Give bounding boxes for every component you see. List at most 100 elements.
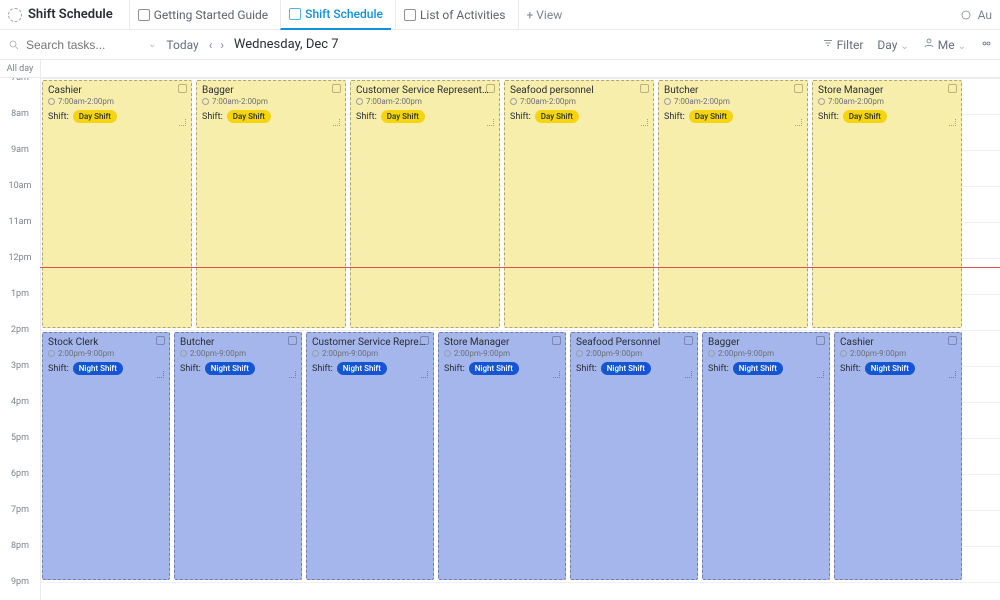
add-view-button[interactable]: + View xyxy=(518,0,571,30)
event-shift-row: Shift:Day Shift xyxy=(664,110,802,123)
today-button[interactable]: Today xyxy=(166,38,198,52)
shift-field-label: Shift: xyxy=(840,364,861,374)
robot-icon xyxy=(960,9,972,21)
hour-line xyxy=(41,330,1000,331)
expand-icon[interactable] xyxy=(420,336,429,345)
expand-icon[interactable] xyxy=(684,336,693,345)
hour-label: 1pm xyxy=(0,289,40,299)
expand-icon[interactable] xyxy=(332,84,341,93)
hour-line xyxy=(41,78,1000,79)
shift-field-label: Shift: xyxy=(202,112,223,122)
shift-badge: Night Shift xyxy=(733,362,783,375)
toolbar: ⌄ Today ‹ › Wednesday, Dec 7 Filter Day … xyxy=(0,30,1000,60)
shift-field-label: Shift: xyxy=(48,364,69,374)
allday-row: All day xyxy=(0,60,1000,78)
event-title: Seafood personnel xyxy=(510,85,648,96)
filter-button[interactable]: Filter xyxy=(822,37,864,52)
event-shift-row: Shift:Night Shift xyxy=(444,362,560,375)
event-title: Butcher xyxy=(664,85,802,96)
drag-handle-icon[interactable] xyxy=(179,119,187,127)
expand-icon[interactable] xyxy=(486,84,495,93)
drag-handle-icon[interactable] xyxy=(685,371,693,379)
night-shift-event[interactable]: Bagger2:00pm-9:00pmShift:Night Shift xyxy=(702,332,830,580)
day-shift-event[interactable]: Butcher7:00am-2:00pmShift:Day Shift xyxy=(658,80,808,328)
drag-handle-icon[interactable] xyxy=(289,371,297,379)
hour-label: 4pm xyxy=(0,397,40,407)
drag-handle-icon[interactable] xyxy=(949,371,957,379)
event-time: 2:00pm-9:00pm xyxy=(708,349,824,358)
expand-icon[interactable] xyxy=(794,84,803,93)
shift-field-label: Shift: xyxy=(180,364,201,374)
me-label: Me xyxy=(938,38,955,52)
drag-handle-icon[interactable] xyxy=(157,371,165,379)
allday-body[interactable] xyxy=(40,60,1000,77)
expand-icon[interactable] xyxy=(178,84,187,93)
day-view-dropdown[interactable]: Day ⌄ xyxy=(877,38,908,52)
day-shift-event[interactable]: Bagger7:00am-2:00pmShift:Day Shift xyxy=(196,80,346,328)
drag-handle-icon[interactable] xyxy=(487,119,495,127)
drag-handle-icon[interactable] xyxy=(795,119,803,127)
drag-handle-icon[interactable] xyxy=(817,371,825,379)
tab-list-of-activities[interactable]: List of Activities xyxy=(395,0,514,30)
day-shift-event[interactable]: Store Manager7:00am-2:00pmShift:Day Shif… xyxy=(812,80,962,328)
tab-shift-schedule[interactable]: Shift Schedule xyxy=(280,0,391,30)
expand-icon[interactable] xyxy=(288,336,297,345)
event-shift-row: Shift:Day Shift xyxy=(202,110,340,123)
day-shift-event[interactable]: Customer Service Representative7:00am-2:… xyxy=(350,80,500,328)
automations-button[interactable]: Au xyxy=(960,8,992,22)
doc-icon xyxy=(138,9,150,21)
search-wrap[interactable] xyxy=(8,38,138,52)
event-time: 2:00pm-9:00pm xyxy=(840,349,956,358)
clock-icon xyxy=(576,350,583,357)
people-icon[interactable] xyxy=(980,39,992,51)
expand-icon[interactable] xyxy=(948,84,957,93)
tab-getting-started[interactable]: Getting Started Guide xyxy=(129,0,276,30)
expand-icon[interactable] xyxy=(948,336,957,345)
clock-icon xyxy=(312,350,319,357)
me-filter-button[interactable]: Me ⌄ xyxy=(923,37,966,52)
night-shift-event[interactable]: Stock Clerk2:00pm-9:00pmShift:Night Shif… xyxy=(42,332,170,580)
night-shift-event[interactable]: Cashier2:00pm-9:00pmShift:Night Shift xyxy=(834,332,962,580)
next-day-button[interactable]: › xyxy=(220,38,224,52)
event-title: Store Manager xyxy=(444,337,560,348)
expand-icon[interactable] xyxy=(552,336,561,345)
search-icon xyxy=(8,39,20,51)
search-input[interactable] xyxy=(26,38,116,52)
night-shift-event[interactable]: Seafood Personnel2:00pm-9:00pmShift:Nigh… xyxy=(570,332,698,580)
shift-badge: Night Shift xyxy=(73,362,123,375)
event-shift-row: Shift:Night Shift xyxy=(180,362,296,375)
drag-handle-icon[interactable] xyxy=(641,119,649,127)
expand-icon[interactable] xyxy=(156,336,165,345)
expand-icon[interactable] xyxy=(816,336,825,345)
expand-icon[interactable] xyxy=(640,84,649,93)
day-shift-event[interactable]: Cashier7:00am-2:00pmShift:Day Shift xyxy=(42,80,192,328)
event-shift-row: Shift:Day Shift xyxy=(818,110,956,123)
event-title: Customer Service Representative xyxy=(356,85,494,96)
clock-icon xyxy=(444,350,451,357)
night-shift-event[interactable]: Store Manager2:00pm-9:00pmShift:Night Sh… xyxy=(438,332,566,580)
drag-handle-icon[interactable] xyxy=(949,119,957,127)
hour-label: 11am xyxy=(0,217,40,227)
hour-label: 3pm xyxy=(0,361,40,371)
prev-day-button[interactable]: ‹ xyxy=(209,38,213,52)
drag-handle-icon[interactable] xyxy=(421,371,429,379)
shift-field-label: Shift: xyxy=(444,364,465,374)
drag-handle-icon[interactable] xyxy=(333,119,341,127)
shift-badge: Day Shift xyxy=(843,110,887,123)
event-title: Cashier xyxy=(48,85,186,96)
hour-label: 5pm xyxy=(0,433,40,443)
night-shift-event[interactable]: Customer Service Representative2:00pm-9:… xyxy=(306,332,434,580)
night-shift-event[interactable]: Butcher2:00pm-9:00pmShift:Night Shift xyxy=(174,332,302,580)
search-chevron-down-icon[interactable]: ⌄ xyxy=(148,39,156,50)
shift-badge: Day Shift xyxy=(73,110,117,123)
automations-label: Au xyxy=(978,8,992,22)
shift-badge: Day Shift xyxy=(535,110,579,123)
clock-icon xyxy=(356,98,363,105)
event-time: 2:00pm-9:00pm xyxy=(576,349,692,358)
event-title: Butcher xyxy=(180,337,296,348)
drag-handle-icon[interactable] xyxy=(553,371,561,379)
day-shift-event[interactable]: Seafood personnel7:00am-2:00pmShift:Day … xyxy=(504,80,654,328)
shift-field-label: Shift: xyxy=(510,112,531,122)
hour-line xyxy=(41,582,1000,583)
chevron-down-icon: ⌄ xyxy=(900,41,908,52)
